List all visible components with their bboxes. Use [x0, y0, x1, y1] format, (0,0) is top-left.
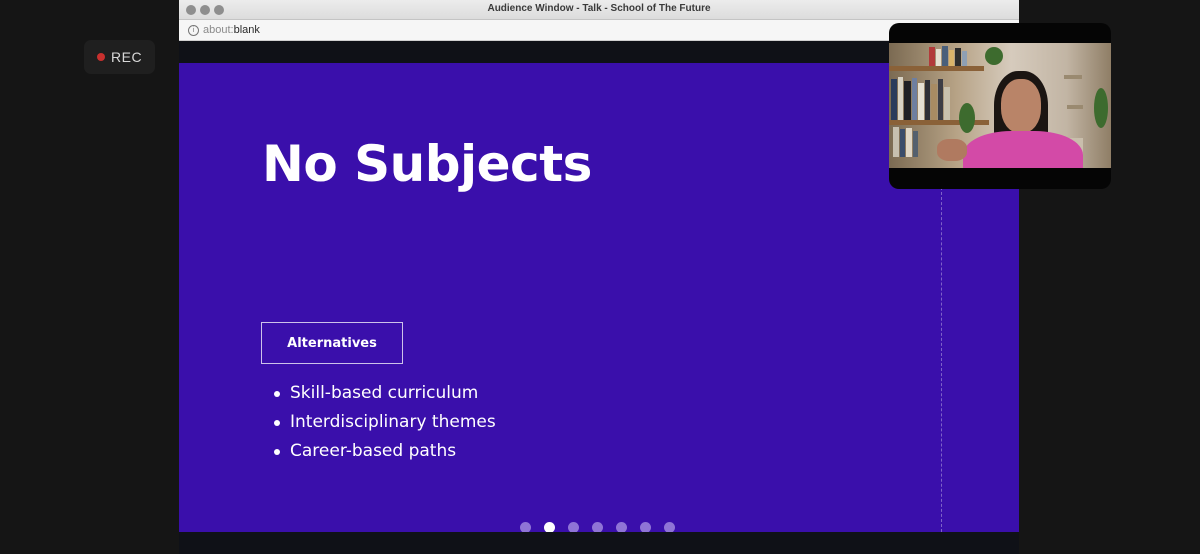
plant: [985, 47, 1003, 65]
window-bottom-bar: [179, 532, 1019, 554]
window-titlebar[interactable]: Audience Window - Talk - School of The F…: [179, 0, 1019, 20]
slide-title: No Subjects: [262, 135, 592, 193]
list-item: Interdisciplinary themes: [271, 408, 496, 437]
info-icon[interactable]: i: [188, 25, 199, 36]
dashed-divider: [941, 187, 942, 532]
list-item: Skill-based curriculum: [271, 379, 496, 408]
record-dot-icon: [97, 53, 105, 61]
plant: [959, 103, 975, 133]
bookshelf: [889, 66, 984, 71]
speaker-hand: [937, 139, 967, 161]
camera-video-feed: [889, 43, 1111, 168]
speaker-face: [1001, 79, 1041, 133]
speaker-body: [963, 131, 1083, 168]
window-title: Audience Window - Talk - School of The F…: [487, 3, 711, 14]
alternatives-box: Alternatives: [261, 322, 403, 364]
rec-label: REC: [111, 49, 143, 65]
url-text[interactable]: about:blank: [203, 24, 260, 36]
plant: [1094, 88, 1108, 128]
recording-indicator: REC: [84, 40, 155, 74]
list-item: Career-based paths: [271, 437, 496, 466]
speaker-camera-thumbnail[interactable]: [889, 23, 1111, 189]
bullet-list: Skill-based curriculum Interdisciplinary…: [271, 379, 496, 466]
